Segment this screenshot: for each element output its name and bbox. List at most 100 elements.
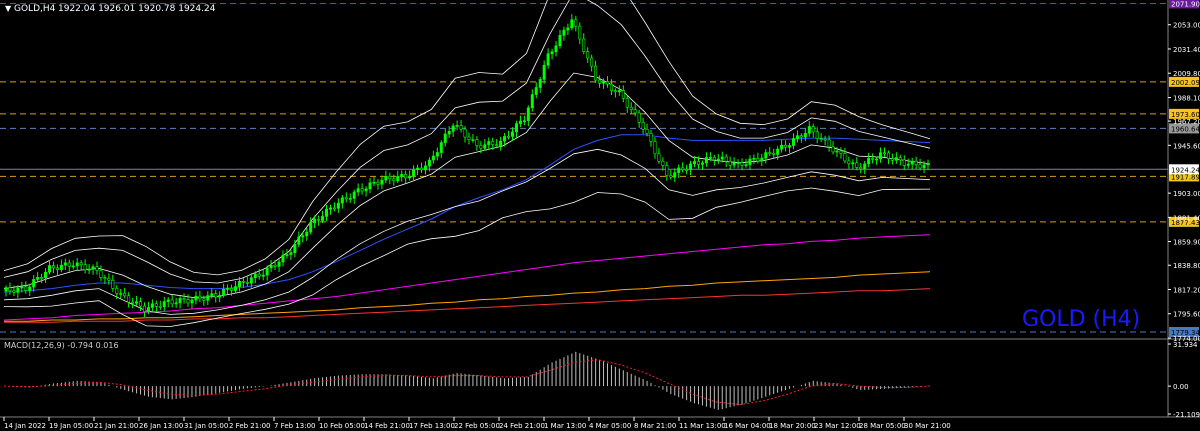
candle-body	[839, 150, 843, 154]
candle-body	[574, 19, 578, 27]
candle-body	[732, 162, 736, 166]
candle-body	[95, 266, 99, 271]
candle-body	[748, 158, 752, 165]
time-tick-label: 26 Jan 13:00	[139, 422, 183, 430]
candle-body	[483, 144, 487, 149]
candle-body	[103, 277, 107, 279]
candle-body	[507, 136, 511, 138]
candle-body	[479, 145, 483, 149]
candle-body	[423, 165, 427, 171]
candle-body	[412, 169, 416, 177]
price-tick-label: 2031.40	[1173, 46, 1200, 54]
candle-body	[922, 164, 926, 169]
time-tick-label: 14 Jan 2022	[4, 422, 46, 430]
candle-body	[356, 188, 360, 193]
candle-body	[863, 163, 867, 170]
candle-body	[772, 152, 776, 155]
candle-body	[582, 38, 586, 52]
candle-body	[459, 125, 463, 130]
candle-body	[439, 142, 443, 153]
candle-body	[594, 65, 598, 81]
candle-body	[807, 126, 811, 134]
candle-body	[669, 175, 673, 178]
candle-body	[756, 157, 760, 162]
candle-body	[71, 265, 75, 268]
candle-body	[784, 144, 788, 148]
candle-body	[629, 106, 633, 111]
candle-body	[649, 133, 653, 142]
candle-body	[218, 295, 222, 298]
candle-body	[321, 216, 325, 221]
candle-body	[340, 197, 344, 204]
time-tick-label: 28 Mar 05:00	[859, 422, 906, 430]
candle-body	[764, 152, 768, 159]
candle-body	[115, 288, 119, 294]
price-tick-label: 1817.20	[1173, 286, 1200, 294]
candle-body	[447, 131, 451, 135]
price-tick-label: 2053.00	[1173, 22, 1200, 30]
candle-body	[139, 301, 143, 307]
candle-body	[142, 305, 146, 312]
candle-body	[131, 301, 135, 304]
candle-body	[704, 157, 708, 164]
candle-body	[463, 128, 467, 138]
candle-body	[12, 290, 16, 293]
candle-body	[198, 295, 202, 300]
trading-chart[interactable]: 2071.902002.091973.601960.641917.891877.…	[0, 0, 1200, 431]
candle-body	[586, 51, 590, 59]
price-tick-label: 1881.40	[1173, 214, 1200, 222]
candle-body	[890, 158, 894, 161]
candle-body	[186, 299, 190, 304]
candle-body	[752, 157, 756, 160]
candle-body	[99, 270, 103, 278]
candle-body	[875, 158, 879, 161]
candle-body	[760, 157, 764, 162]
time-tick-label: 30 Mar 21:00	[904, 422, 951, 430]
price-tick-label: 1795.60	[1173, 311, 1200, 319]
candle-body	[146, 307, 150, 312]
candle-body	[788, 145, 792, 148]
candle-body	[127, 295, 131, 303]
candle-body	[392, 178, 396, 182]
candle-body	[277, 261, 281, 267]
candle-body	[305, 231, 309, 237]
candle-body	[835, 150, 839, 153]
caret-icon[interactable]: ▼	[5, 4, 12, 13]
price-level-label: 2071.90	[1171, 0, 1200, 8]
time-tick-label: 22 Feb 05:00	[454, 422, 500, 430]
candle-body	[210, 293, 214, 296]
candle-body	[348, 198, 352, 200]
candle-body	[910, 160, 914, 165]
candle-body	[526, 107, 530, 121]
candle-body	[301, 235, 305, 238]
candle-body	[530, 94, 534, 109]
time-tick-label: 1 Mar 13:00	[544, 422, 586, 430]
candle-body	[673, 172, 677, 178]
macd-tick-label: 0.00	[1173, 383, 1189, 391]
candle-body	[150, 303, 154, 308]
candle-body	[427, 159, 431, 167]
candle-body	[352, 191, 356, 199]
candle-body	[51, 265, 55, 269]
candle-body	[222, 288, 226, 296]
symbol-watermark: GOLD (H4)	[1022, 307, 1140, 332]
candle-body	[657, 153, 661, 162]
candle-body	[119, 293, 123, 295]
candle-body	[815, 131, 819, 139]
candle-body	[396, 176, 400, 182]
candle-body	[522, 120, 526, 122]
candle-body	[776, 148, 780, 155]
candle-body	[685, 169, 689, 171]
candle-body	[55, 267, 59, 270]
candle-body	[182, 298, 186, 300]
macd-tick-label: -21.109	[1173, 411, 1200, 419]
candle-body	[408, 175, 412, 179]
candle-body	[297, 236, 301, 245]
candle-body	[633, 109, 637, 114]
candle-body	[602, 81, 606, 84]
candle-body	[368, 182, 372, 190]
candle-body	[617, 90, 621, 93]
time-tick-label: 16 Mar 04:00	[724, 422, 771, 430]
candle-body	[293, 244, 297, 253]
candle-body	[261, 274, 265, 277]
